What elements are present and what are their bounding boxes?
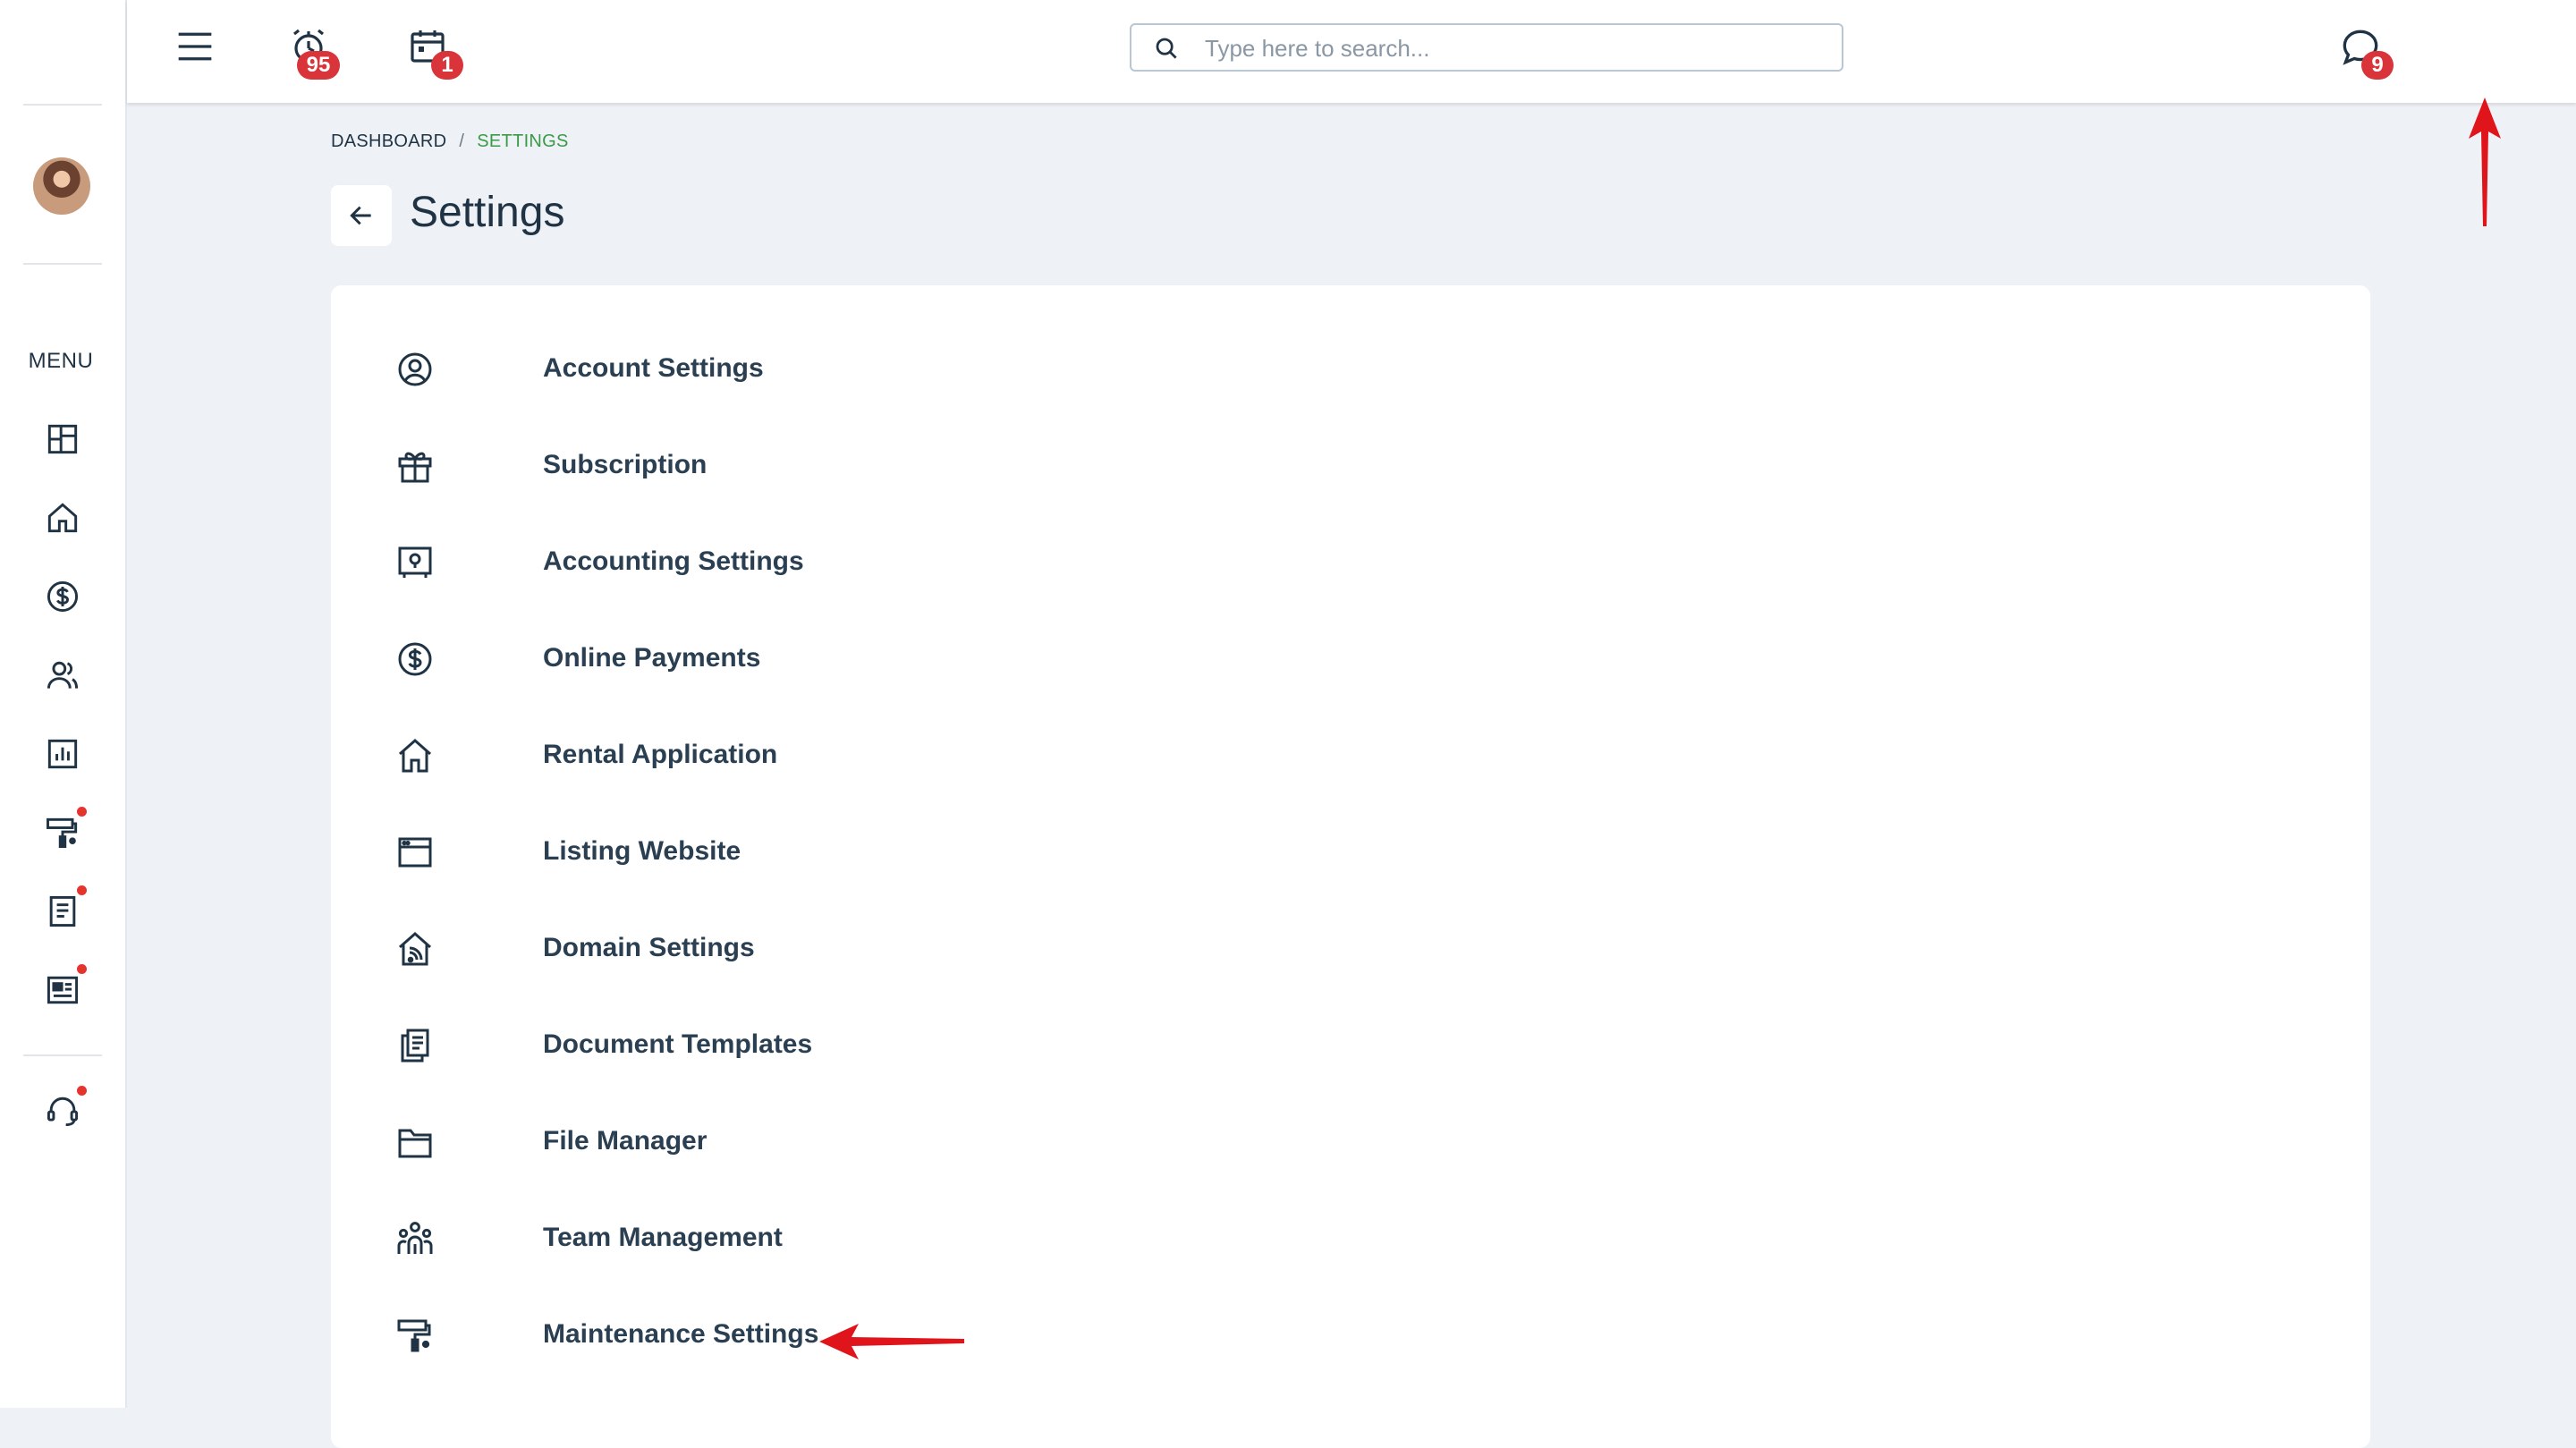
settings-item-label: Maintenance Settings xyxy=(543,1319,819,1349)
alerts-badge: 95 xyxy=(297,51,340,80)
settings-item-listing-website[interactable]: Listing Website xyxy=(394,826,1020,879)
sidebar-divider xyxy=(23,104,102,106)
settings-item-domain[interactable]: Domain Settings xyxy=(394,922,1020,976)
user-circle-icon xyxy=(394,348,436,391)
arrow-left-icon xyxy=(350,206,371,225)
settings-item-account[interactable]: Account Settings xyxy=(394,343,1020,396)
home-wifi-icon xyxy=(394,927,436,970)
dollar-circle-icon xyxy=(394,638,436,681)
settings-item-subscription[interactable]: Subscription xyxy=(394,439,1020,493)
menu-label: MENU xyxy=(28,349,94,373)
home-icon xyxy=(394,734,436,777)
settings-item-label: Accounting Settings xyxy=(543,546,804,576)
settings-item-label: Document Templates xyxy=(543,1029,813,1059)
notification-dot xyxy=(77,807,87,817)
breadcrumb-dashboard[interactable]: DASHBOARD xyxy=(331,131,446,151)
notification-dot xyxy=(77,964,87,974)
support-headset-icon[interactable] xyxy=(43,1091,82,1130)
settings-item-label: Team Management xyxy=(543,1223,783,1252)
settings-item-label: Subscription xyxy=(543,450,708,479)
settings-item-label: Listing Website xyxy=(543,836,741,866)
page-title: Settings xyxy=(410,189,565,236)
settings-item-accounting[interactable]: Accounting Settings xyxy=(394,536,1020,589)
notification-dot xyxy=(77,885,87,895)
gift-icon xyxy=(394,445,436,487)
breadcrumb: DASHBOARD / SETTINGS xyxy=(331,131,569,152)
team-icon xyxy=(394,1217,436,1260)
people-icon[interactable] xyxy=(43,656,82,695)
report-chart-icon[interactable] xyxy=(43,734,82,774)
settings-item-online-payments[interactable]: Online Payments xyxy=(394,632,1020,686)
settings-item-document-templates[interactable]: Document Templates xyxy=(394,1019,1020,1072)
safe-icon xyxy=(394,541,436,584)
settings-item-label: Domain Settings xyxy=(543,933,755,962)
dashboard-grid-icon[interactable] xyxy=(43,419,82,459)
sidebar-divider xyxy=(23,1054,102,1056)
document-icon[interactable] xyxy=(43,892,82,931)
dollar-icon[interactable] xyxy=(43,577,82,616)
left-sidebar: MENU xyxy=(0,0,127,1408)
settings-item-label: Online Payments xyxy=(543,643,761,673)
annotation-arrow-up xyxy=(2469,97,2501,226)
settings-item-team-management[interactable]: Team Management xyxy=(394,1212,1020,1266)
news-icon[interactable] xyxy=(43,970,82,1010)
folder-icon xyxy=(394,1121,436,1164)
paint-roller-icon xyxy=(394,1314,436,1357)
breadcrumb-current: SETTINGS xyxy=(477,131,569,151)
documents-icon xyxy=(394,1024,436,1067)
browser-window-icon xyxy=(394,831,436,874)
settings-item-label: File Manager xyxy=(543,1126,708,1156)
settings-card: Account Settings Subscription Accounting… xyxy=(331,285,2370,1448)
sidebar-divider xyxy=(23,263,102,265)
settings-item-label: Rental Application xyxy=(543,740,778,769)
breadcrumb-separator: / xyxy=(459,131,465,151)
calendar-badge: 1 xyxy=(431,51,463,80)
settings-item-label: Account Settings xyxy=(543,353,764,383)
settings-item-file-manager[interactable]: File Manager xyxy=(394,1115,1020,1169)
messages-badge: 9 xyxy=(2361,51,2394,80)
hamburger-menu-icon[interactable] xyxy=(175,27,215,66)
notification-dot xyxy=(77,1086,87,1096)
paint-roller-icon[interactable] xyxy=(43,813,82,852)
search-bar[interactable] xyxy=(1130,23,1843,72)
search-icon xyxy=(1156,38,1177,59)
home-icon[interactable] xyxy=(43,498,82,538)
annotation-arrow-left xyxy=(819,1324,964,1359)
user-avatar[interactable] xyxy=(33,157,90,215)
back-button[interactable] xyxy=(331,185,392,246)
search-input[interactable] xyxy=(1203,25,1815,72)
settings-item-rental-application[interactable]: Rental Application xyxy=(394,729,1020,783)
top-bar: 95 1 9 xyxy=(127,0,2576,103)
